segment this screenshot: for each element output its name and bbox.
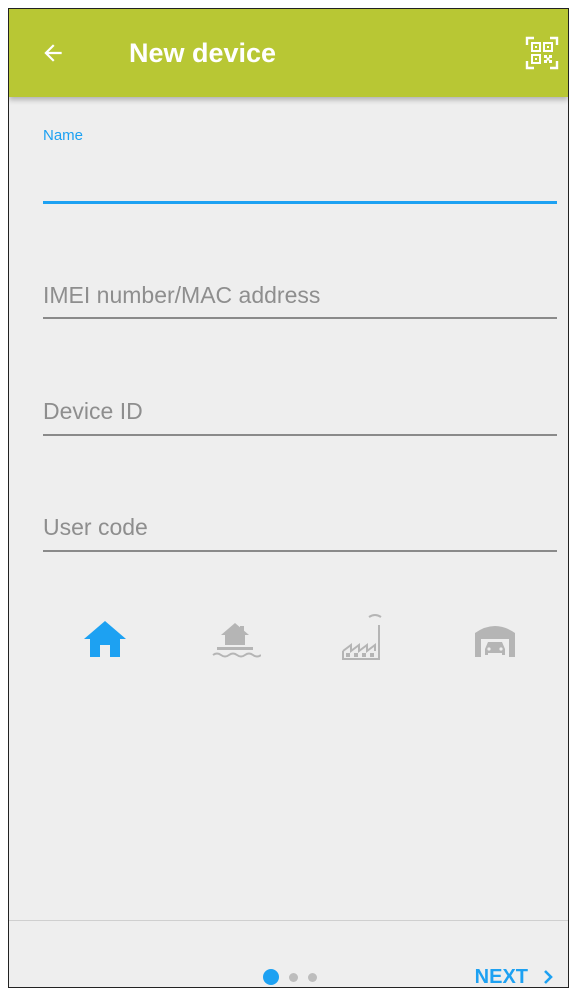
qr-scan-button[interactable] (522, 33, 562, 73)
user-code-field (43, 507, 557, 557)
back-button[interactable] (31, 31, 75, 75)
app-bar: New device (9, 9, 568, 97)
factory-icon (342, 614, 382, 660)
app-screen: New device Name IMEI number/MAC address … (8, 8, 569, 988)
flood-house-icon (212, 623, 261, 658)
next-button[interactable]: NEXT (474, 961, 554, 988)
imei-underline (43, 317, 557, 319)
imei-input[interactable] (43, 277, 557, 313)
device-id-field (43, 391, 557, 441)
user-code-input[interactable] (43, 509, 557, 545)
footer-divider (9, 920, 568, 921)
page-dot-active (263, 969, 279, 985)
device-type-home-button[interactable] (77, 611, 133, 667)
arrow-left-icon (44, 44, 62, 62)
page-dot (289, 972, 298, 982)
house-icon (84, 621, 126, 657)
chevron-right-icon (544, 970, 553, 984)
next-label: NEXT (474, 965, 528, 988)
page-title: New device (129, 38, 277, 68)
device-type-factory-button[interactable] (335, 609, 391, 665)
name-field: Name (43, 127, 557, 207)
name-input[interactable] (43, 161, 557, 197)
device-type-garage-button[interactable] (467, 611, 523, 667)
device-id-underline (43, 434, 557, 436)
imei-field (43, 273, 557, 323)
user-code-underline (43, 550, 557, 552)
device-id-input[interactable] (43, 393, 557, 429)
qr-code-scan-icon (525, 36, 559, 70)
device-type-flood-button[interactable] (207, 611, 263, 667)
name-underline (43, 201, 557, 204)
page-dot (308, 972, 317, 982)
name-label: Name (43, 127, 84, 144)
page-indicator (263, 969, 317, 985)
garage-icon (475, 626, 515, 657)
